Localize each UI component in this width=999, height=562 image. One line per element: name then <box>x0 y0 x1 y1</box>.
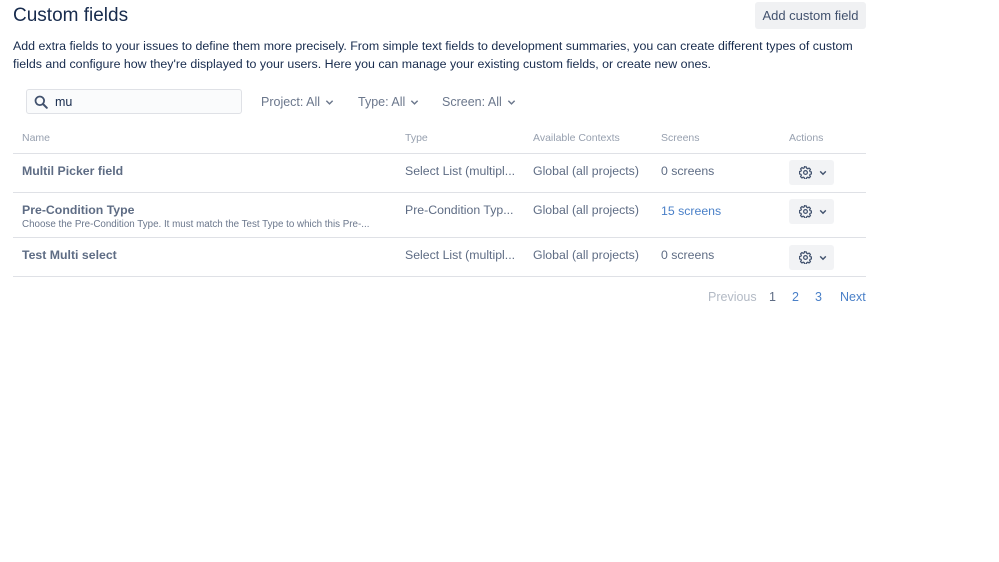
table-divider <box>13 153 866 154</box>
field-contexts: Global (all projects) <box>533 203 639 217</box>
field-contexts: Global (all projects) <box>533 248 639 262</box>
field-name: Pre-Condition Type <box>22 203 135 217</box>
project-filter[interactable]: Project: All <box>261 94 334 110</box>
project-filter-label: Project: All <box>261 95 321 109</box>
column-header-screens: Screens <box>661 132 700 144</box>
gear-icon <box>799 166 812 179</box>
chevron-down-icon <box>819 209 827 215</box>
gear-icon <box>799 251 812 264</box>
column-header-contexts: Available Contexts <box>533 132 620 144</box>
screen-filter-label: Screen: All <box>442 95 502 109</box>
row-divider <box>13 192 866 193</box>
pagination-page[interactable]: 2 <box>792 289 799 305</box>
type-filter-label: Type: All <box>358 95 406 109</box>
screen-filter[interactable]: Screen: All <box>442 94 516 110</box>
field-type: Select List (multipl... <box>405 248 516 262</box>
field-type: Select List (multipl... <box>405 164 516 178</box>
column-header-type: Type <box>405 132 428 144</box>
field-description: Choose the Pre-Condition Type. It must m… <box>22 219 370 230</box>
row-divider <box>13 237 866 238</box>
actions-menu-button[interactable] <box>789 160 834 185</box>
field-contexts: Global (all projects) <box>533 164 639 178</box>
column-header-actions: Actions <box>789 132 824 144</box>
type-filter[interactable]: Type: All <box>358 94 419 110</box>
chevron-down-icon <box>507 99 515 105</box>
chevron-down-icon <box>411 99 419 105</box>
search-icon <box>34 95 48 109</box>
field-screens: 0 screens <box>661 248 715 262</box>
gear-icon <box>799 205 812 218</box>
chevron-down-icon <box>819 255 827 261</box>
actions-menu-button[interactable] <box>789 199 834 224</box>
field-screens: 0 screens <box>661 164 715 178</box>
pagination-next[interactable]: Next <box>840 289 866 305</box>
row-divider <box>13 276 866 277</box>
field-name: Multil Picker field <box>22 164 124 178</box>
pagination-previous: Previous <box>708 290 757 304</box>
column-header-name: Name <box>22 132 51 144</box>
pagination-page-current: 1 <box>769 290 776 304</box>
field-name: Test Multi select <box>22 248 117 262</box>
pagination-page[interactable]: 3 <box>815 289 822 305</box>
chevron-down-icon <box>819 170 827 176</box>
page-description: Add extra fields to your issues to defin… <box>13 39 853 71</box>
field-type: Pre-Condition Typ... <box>405 203 514 217</box>
search-input[interactable] <box>55 92 235 111</box>
custom-fields-page: Custom fields Add custom field Add extra… <box>0 0 999 562</box>
field-screens-link[interactable]: 15 screens <box>661 203 721 219</box>
search-field[interactable] <box>26 89 242 114</box>
chevron-down-icon <box>325 99 334 105</box>
actions-menu-button[interactable] <box>789 245 834 270</box>
page-title: Custom fields <box>13 5 129 26</box>
add-custom-field-button[interactable]: Add custom field <box>755 2 866 29</box>
